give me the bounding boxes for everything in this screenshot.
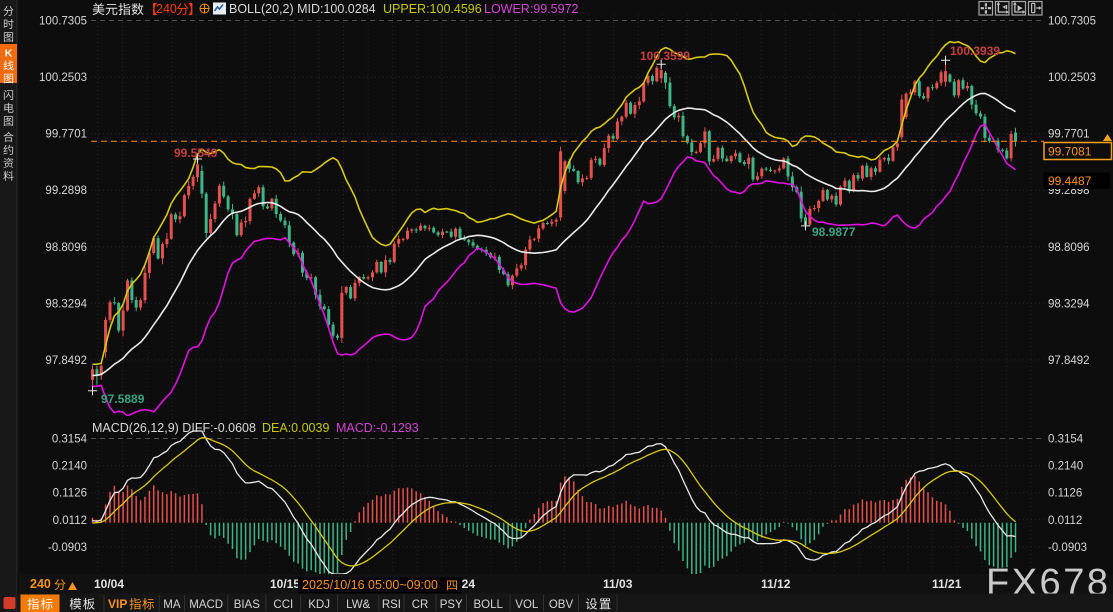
- svg-text:100.2503: 100.2503: [39, 72, 87, 84]
- svg-text:0.2140: 0.2140: [52, 461, 87, 473]
- svg-text:240: 240: [156, 2, 177, 16]
- svg-text:98.3294: 98.3294: [45, 298, 87, 310]
- svg-text:BIAS: BIAS: [234, 599, 261, 611]
- svg-text:DEA:0.0039: DEA:0.0039: [262, 421, 329, 435]
- svg-text:98.3294: 98.3294: [1048, 298, 1090, 310]
- svg-text:0.0112: 0.0112: [53, 515, 87, 527]
- svg-text:CCI: CCI: [273, 599, 293, 611]
- svg-text:100.7305: 100.7305: [39, 16, 87, 28]
- svg-text:0.0112: 0.0112: [1048, 515, 1082, 527]
- svg-text:10/15: 10/15: [270, 577, 300, 591]
- svg-text:100.3599: 100.3599: [640, 49, 690, 63]
- svg-text:0.3154: 0.3154: [52, 434, 88, 446]
- svg-text:99.7081: 99.7081: [1048, 145, 1092, 159]
- svg-text:VIP: VIP: [108, 597, 127, 611]
- svg-text:99.7701: 99.7701: [45, 129, 87, 141]
- svg-text:97.8492: 97.8492: [45, 355, 87, 367]
- svg-text:K: K: [5, 48, 13, 60]
- svg-text:99.7701: 99.7701: [1048, 129, 1090, 141]
- svg-text:MACD(26,12,9) DIFF:-0.0608: MACD(26,12,9) DIFF:-0.0608: [92, 421, 256, 435]
- svg-text:MACD: MACD: [189, 599, 223, 611]
- svg-text:11/03: 11/03: [603, 577, 633, 591]
- svg-text:-0.0903: -0.0903: [1048, 542, 1087, 554]
- svg-text:99.4487: 99.4487: [1048, 174, 1092, 188]
- svg-text:0.1126: 0.1126: [1048, 488, 1082, 500]
- svg-text:99.2898: 99.2898: [45, 185, 87, 197]
- svg-text:97.5889: 97.5889: [101, 392, 145, 406]
- svg-text:97.8492: 97.8492: [1048, 355, 1090, 367]
- svg-text:CR: CR: [412, 599, 429, 611]
- svg-text:LW&: LW&: [346, 599, 370, 611]
- svg-text:KDJ: KDJ: [308, 599, 330, 611]
- svg-text:OBV: OBV: [549, 599, 574, 611]
- svg-text:11/21: 11/21: [932, 577, 962, 591]
- svg-text:0.3154: 0.3154: [1048, 434, 1084, 446]
- svg-text:98.9877: 98.9877: [812, 225, 856, 239]
- svg-text:MA: MA: [163, 599, 181, 611]
- svg-text:0.1126: 0.1126: [53, 488, 87, 500]
- svg-text:99.5549: 99.5549: [174, 146, 218, 160]
- svg-text:100.7305: 100.7305: [1048, 16, 1096, 28]
- svg-text:VOL: VOL: [515, 599, 539, 611]
- svg-text:98.8096: 98.8096: [1048, 242, 1090, 254]
- svg-text:BOLL: BOLL: [473, 599, 503, 611]
- svg-text:-0.0903: -0.0903: [48, 542, 87, 554]
- svg-text:BOLL(20,2) MID:100.0284: BOLL(20,2) MID:100.0284: [229, 2, 376, 16]
- svg-text:11/12: 11/12: [761, 577, 791, 591]
- svg-text:10/04: 10/04: [94, 577, 124, 591]
- svg-text:LOWER:99.5972: LOWER:99.5972: [484, 2, 579, 16]
- svg-text:MACD:-0.1293: MACD:-0.1293: [336, 421, 419, 435]
- svg-text:0.2140: 0.2140: [1048, 461, 1083, 473]
- svg-text:RSI: RSI: [382, 599, 401, 611]
- svg-text:98.8096: 98.8096: [45, 242, 87, 254]
- svg-text:UPPER:100.4596: UPPER:100.4596: [383, 2, 482, 16]
- svg-text:100.2503: 100.2503: [1048, 72, 1096, 84]
- svg-text:PSY: PSY: [440, 599, 463, 611]
- svg-text:2025/10/16 05:00~09:00: 2025/10/16 05:00~09:00: [302, 578, 438, 592]
- svg-text:100.3939: 100.3939: [950, 44, 1000, 58]
- svg-text:240: 240: [30, 577, 51, 591]
